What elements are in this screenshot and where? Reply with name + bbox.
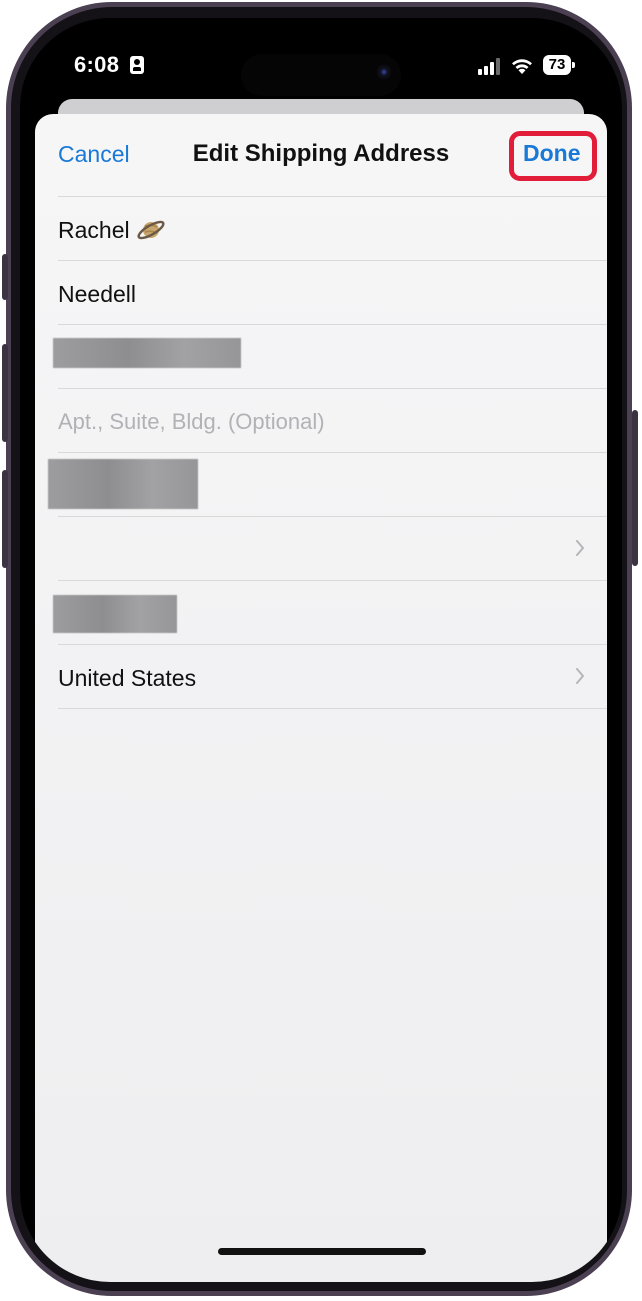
power-button <box>632 410 638 566</box>
edit-address-sheet: Cancel Edit Shipping Address Done Rachel… <box>35 114 607 1282</box>
apt-suite-placeholder: Apt., Suite, Bldg. (Optional) <box>58 409 325 434</box>
country-value: United States <box>58 665 197 691</box>
zip-code-field[interactable] <box>53 580 607 644</box>
redacted-zip-code <box>53 595 177 633</box>
redacted-city <box>48 459 198 509</box>
signal-icon <box>478 58 500 75</box>
volume-down-button <box>2 470 8 568</box>
screen: 6:08 73 Cancel Edit Shipping Address Don… <box>20 18 622 1282</box>
nav-bar: Cancel Edit Shipping Address Done <box>35 114 607 196</box>
first-name-value: Rachel <box>58 217 130 243</box>
status-time: 6:08 <box>74 52 120 77</box>
chevron-right-icon <box>576 540 584 556</box>
redacted-street-address <box>53 338 241 368</box>
action-button <box>2 254 8 300</box>
done-button[interactable]: Done <box>523 140 581 167</box>
wifi-icon <box>512 59 532 74</box>
camera-icon <box>377 65 391 79</box>
last-name-value: Needell <box>58 281 136 307</box>
state-picker[interactable] <box>58 516 607 580</box>
volume-up-button <box>2 344 8 442</box>
home-indicator[interactable] <box>218 1248 426 1255</box>
address-form: Rachel Needell Apt., Suite, Bldg. (Optio… <box>48 196 607 709</box>
saturn-icon <box>137 220 165 240</box>
apt-suite-field[interactable]: Apt., Suite, Bldg. (Optional) <box>58 388 607 452</box>
chevron-right-icon <box>576 668 584 684</box>
street-address-field[interactable] <box>53 324 607 388</box>
city-field[interactable] <box>48 452 607 516</box>
first-name-field[interactable]: Rachel <box>58 196 607 260</box>
contact-card-icon <box>130 56 144 74</box>
battery-icon: 73 <box>543 55 575 75</box>
country-picker[interactable]: United States <box>58 644 607 709</box>
last-name-field[interactable]: Needell <box>58 260 607 324</box>
status-bar: 6:08 73 <box>20 18 622 102</box>
